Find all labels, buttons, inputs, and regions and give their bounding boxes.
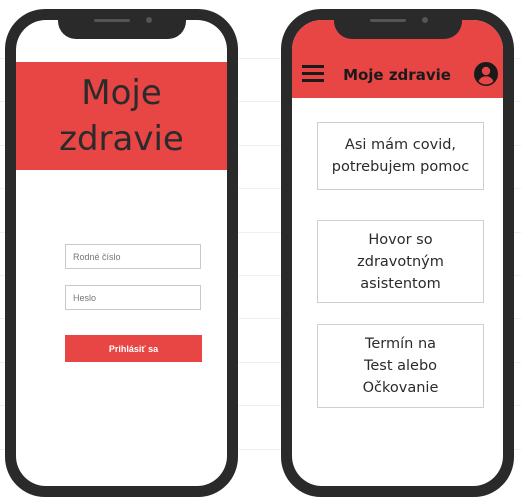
hamburger-menu-icon[interactable]: [302, 65, 324, 82]
app-title-line1: Moje: [81, 73, 162, 113]
card-text-line: Test alebo: [363, 358, 438, 374]
card-text-line: asistentom: [360, 275, 441, 292]
user-account-icon[interactable]: [474, 62, 498, 86]
speaker-grille: [369, 19, 406, 22]
covid-help-card[interactable]: Asi mám covid, potrebujem pomoc: [317, 122, 484, 190]
birth-number-input[interactable]: [65, 244, 201, 269]
test-or-vaccination-appointment-card[interactable]: Termín na Test alebo Očkovanie: [317, 324, 484, 408]
password-input[interactable]: [65, 285, 201, 310]
app-title: Moje zdravie: [59, 70, 184, 162]
login-hero-banner: Moje zdravie: [16, 62, 227, 170]
header-title: Moje zdravie: [343, 66, 451, 84]
card-text-line: zdravotným: [357, 253, 444, 270]
card-text-line: Termín na: [364, 336, 437, 352]
speaker-grille: [93, 19, 130, 22]
login-button[interactable]: Prihlásiť sa: [65, 335, 202, 362]
card-text-line: Očkovanie: [362, 380, 439, 396]
phone-notch: [333, 9, 462, 39]
health-assistant-call-card[interactable]: Hovor so zdravotným asistentom: [317, 220, 484, 303]
phone-notch: [57, 9, 186, 39]
phone-login: Moje zdravie Prihlásiť sa: [5, 9, 238, 497]
front-camera: [145, 17, 152, 23]
login-screen: Moje zdravie Prihlásiť sa: [16, 20, 227, 486]
card-text-line: Asi mám covid,: [344, 137, 457, 153]
app-title-line2: zdravie: [59, 119, 184, 159]
card-text-line: potrebujem pomoc: [331, 159, 470, 175]
home-screen: Moje zdravie Asi mám covid, potrebujem p…: [292, 20, 503, 486]
front-camera: [421, 17, 428, 23]
phone-home: Moje zdravie Asi mám covid, potrebujem p…: [281, 9, 514, 497]
card-text-line: Hovor so: [368, 231, 433, 248]
